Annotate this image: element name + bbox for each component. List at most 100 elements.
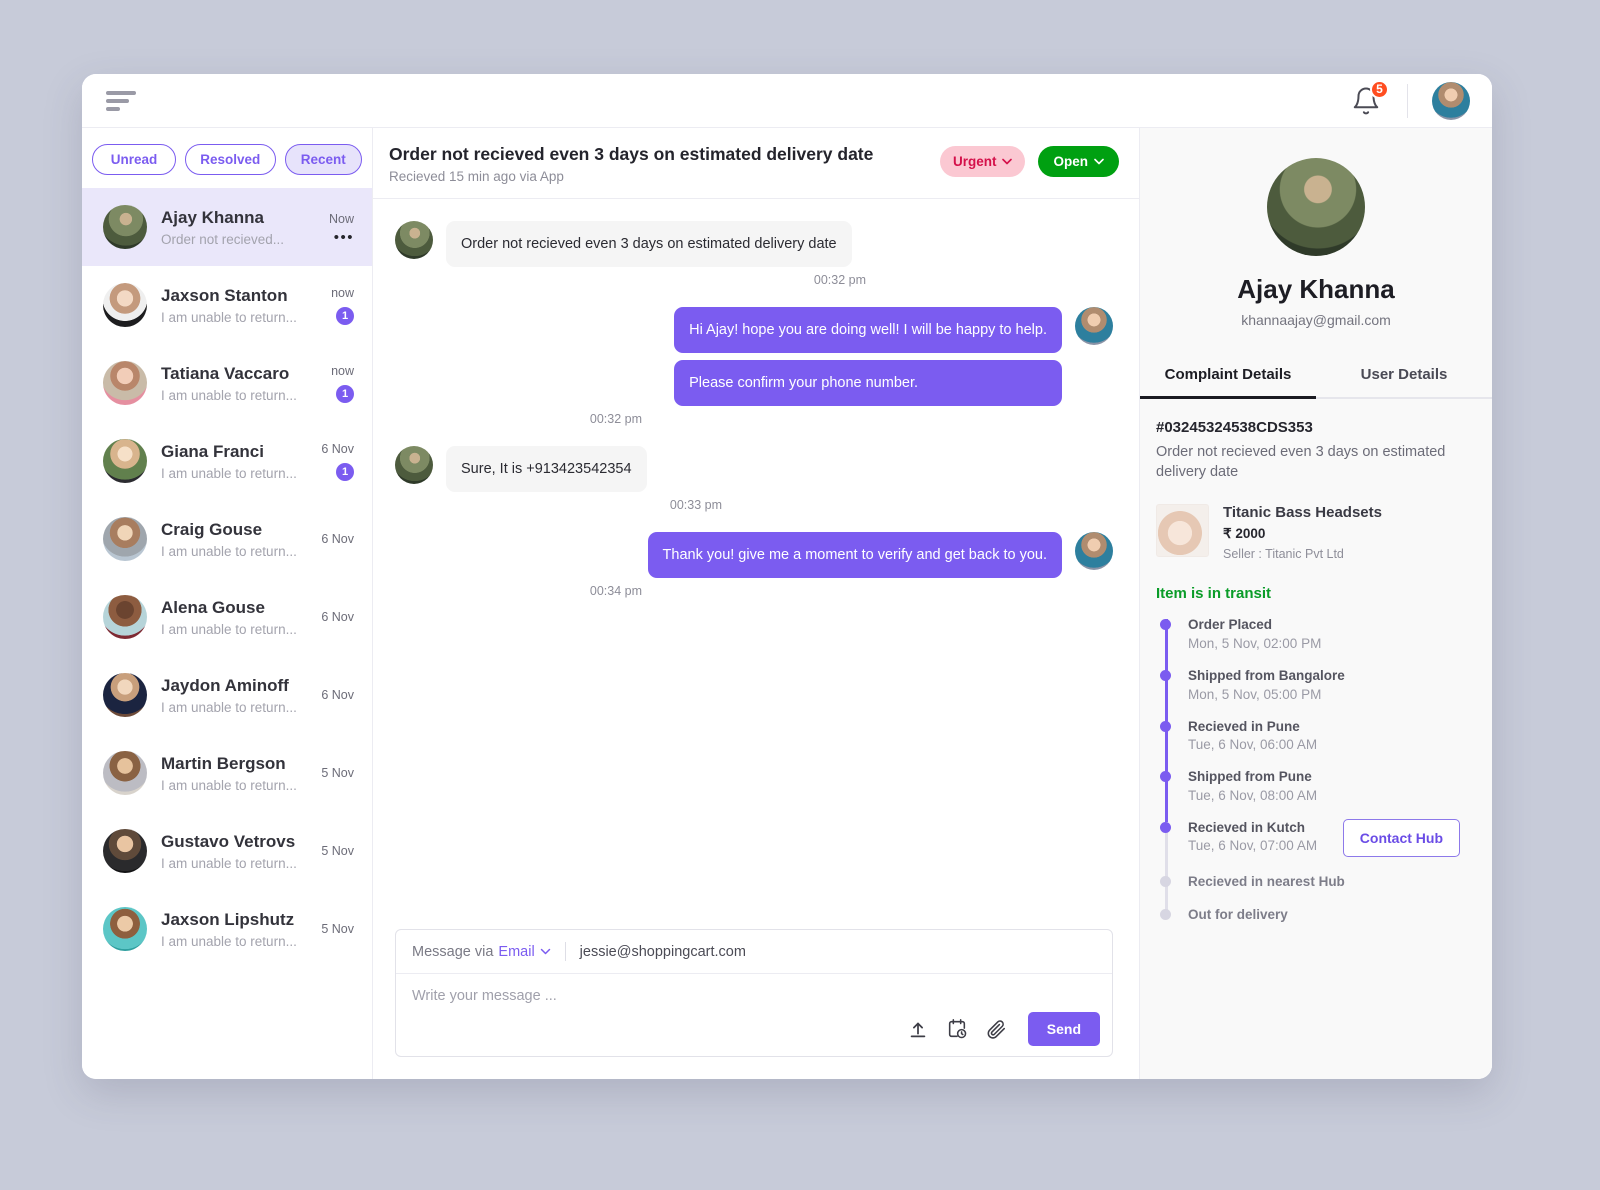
thread-time: now: [331, 363, 354, 378]
upload-icon[interactable]: [907, 1018, 929, 1040]
thread-name: Jaydon Aminoff: [161, 676, 289, 696]
send-button[interactable]: Send: [1027, 1012, 1100, 1046]
timeline-item: Shipped from Bangalore Mon, 5 Nov, 05:00…: [1160, 667, 1470, 724]
message-input[interactable]: Write your message ... Send: [396, 974, 1112, 1056]
conversation-subtitle: Recieved 15 min ago via App: [389, 169, 564, 184]
list-item[interactable]: Martin Bergson I am unable to return... …: [82, 734, 372, 812]
timeline-dot-icon: [1160, 720, 1171, 732]
list-item[interactable]: Jaxson Lipshutz I am unable to return...…: [82, 890, 372, 968]
filter-resolved[interactable]: Resolved: [185, 144, 276, 175]
avatar: [103, 205, 147, 249]
status-label: Open: [1053, 154, 1088, 169]
complaint-description: Order not recieved even 3 days on estima…: [1156, 444, 1446, 480]
unread-badge: 1: [336, 384, 354, 403]
thread-preview: I am unable to return...: [161, 855, 297, 871]
thread-time: 6 Nov: [321, 441, 354, 456]
thread-time: 5 Nov: [321, 844, 354, 858]
composer-recipient[interactable]: jessie@shoppingcart.com: [580, 944, 746, 960]
filter-unread[interactable]: Unread: [92, 144, 176, 175]
avatar: [1075, 307, 1113, 345]
composer-channel-select[interactable]: Email: [498, 944, 534, 960]
thread-preview: I am unable to return...: [161, 465, 297, 481]
list-item[interactable]: Gustavo Vetrovs I am unable to return...…: [82, 812, 372, 890]
profile-name: Ajay Khanna: [1237, 274, 1395, 304]
message-list[interactable]: Order not recieved even 3 days on estima…: [373, 199, 1139, 919]
timeline-time: Tue, 6 Nov, 07:00 AM: [1188, 838, 1318, 854]
toolbar-divider: [1407, 83, 1408, 118]
status-dropdown[interactable]: Open: [1038, 146, 1119, 177]
thread-overflow-menu-icon[interactable]: •••: [334, 230, 354, 245]
tab-user-details[interactable]: User Details: [1316, 354, 1492, 399]
message-input-placeholder: Write your message ...: [412, 988, 557, 1004]
message-group: Sure, It is +913423542354 00:33 pm: [395, 446, 1113, 512]
order-id: #03245324538CDS353: [1156, 419, 1313, 436]
timeline-dot-icon: [1160, 771, 1171, 783]
thread-preview: I am unable to return...: [161, 621, 297, 637]
notification-count-badge: 5: [1370, 79, 1389, 99]
timeline-item: Recieved in Kutch Tue, 6 Nov, 07:00 AM C…: [1160, 818, 1470, 879]
profile-email: khannaajay@gmail.com: [1241, 312, 1391, 328]
profile-header: Ajay Khanna khannaajay@gmail.com: [1140, 128, 1492, 328]
product-image: [1156, 504, 1209, 558]
shipment-timeline: Order Placed Mon, 5 Nov, 02:00 PM Shippe…: [1156, 616, 1470, 931]
list-item[interactable]: Craig Gouse I am unable to return... 6 N…: [82, 500, 372, 578]
thread-list[interactable]: Ajay Khanna Order not recieved... Now ••…: [82, 188, 372, 1079]
thread-time: 6 Nov: [321, 688, 354, 702]
avatar: [103, 439, 147, 483]
bell-icon[interactable]: 5: [1351, 79, 1389, 116]
thread-time: 5 Nov: [321, 922, 354, 936]
thread-time: 6 Nov: [321, 610, 354, 624]
schedule-clock-icon[interactable]: [946, 1018, 968, 1040]
chevron-down-icon: [1002, 158, 1013, 165]
message-group: Hi Ajay! hope you are doing well! I will…: [395, 307, 1113, 426]
message-group: Order not recieved even 3 days on estima…: [395, 221, 1113, 287]
page-title: Order not recieved even 3 days on estima…: [389, 144, 874, 164]
thread-time: 6 Nov: [321, 532, 354, 546]
filter-recent[interactable]: Recent: [284, 144, 362, 175]
top-bar: 5: [82, 74, 1492, 128]
avatar: [103, 283, 147, 327]
account-avatar[interactable]: [1432, 81, 1470, 120]
thread-name: Martin Bergson: [161, 754, 286, 774]
message-bubble: Sure, It is +913423542354: [446, 446, 647, 492]
list-item[interactable]: Jaxson Stanton I am unable to return... …: [82, 266, 372, 344]
product-price: ₹ 2000: [1223, 526, 1266, 542]
timeline-label: Order Placed: [1188, 617, 1273, 633]
thread-preview: I am unable to return...: [161, 699, 297, 715]
list-item[interactable]: Giana Franci I am unable to return... 6 …: [82, 422, 372, 500]
unread-badge: 1: [336, 462, 354, 481]
timeline-item: Shipped from Pune Tue, 6 Nov, 08:00 AM: [1160, 768, 1470, 825]
composer-channel-prefix: Message via: [412, 943, 494, 960]
timeline-label: Shipped from Bangalore: [1188, 667, 1345, 683]
avatar: [103, 361, 147, 405]
timeline-item: Recieved in Pune Tue, 6 Nov, 06:00 AM: [1160, 718, 1470, 775]
tab-complaint-details[interactable]: Complaint Details: [1140, 354, 1316, 399]
timeline-label: Recieved in Kutch: [1188, 819, 1306, 835]
contact-hub-button[interactable]: Contact Hub: [1342, 818, 1460, 857]
list-item[interactable]: Alena Gouse I am unable to return... 6 N…: [82, 578, 372, 656]
list-item[interactable]: Jaydon Aminoff I am unable to return... …: [82, 656, 372, 734]
timeline-dot-icon: [1160, 821, 1171, 833]
message-bubble: Hi Ajay! hope you are doing well! I will…: [674, 307, 1062, 353]
thread-list-pane: Unread Resolved Recent Ajay Khanna Order…: [82, 128, 373, 1079]
conversation-pane: Order not recieved even 3 days on estima…: [373, 128, 1139, 1079]
filter-pill-row: Unread Resolved Recent: [82, 128, 372, 188]
transit-status: Item is in transit: [1156, 585, 1272, 603]
priority-dropdown[interactable]: Urgent: [939, 146, 1026, 177]
list-item[interactable]: Tatiana Vaccaro I am unable to return...…: [82, 344, 372, 422]
timeline-item: Order Placed Mon, 5 Nov, 02:00 PM: [1160, 616, 1470, 673]
product-name: Titanic Bass Headsets: [1223, 504, 1382, 522]
product-card[interactable]: Titanic Bass Headsets ₹ 2000 Seller : Ti…: [1156, 504, 1470, 561]
hamburger-icon[interactable]: [106, 90, 136, 111]
list-item[interactable]: Ajay Khanna Order not recieved... Now ••…: [82, 188, 372, 266]
message-timestamp: 00:34 pm: [589, 584, 642, 598]
avatar: [103, 595, 147, 639]
paperclip-icon[interactable]: [985, 1018, 1007, 1040]
timeline-item: Out for delivery: [1160, 906, 1470, 932]
thread-preview: I am unable to return...: [161, 777, 297, 793]
timeline-time: Tue, 6 Nov, 06:00 AM: [1188, 737, 1318, 753]
thread-time: Now: [328, 211, 354, 226]
message-group: Thank you! give me a moment to verify an…: [395, 532, 1113, 598]
chevron-down-icon[interactable]: [540, 948, 551, 955]
timeline-dot-icon: [1160, 669, 1171, 681]
